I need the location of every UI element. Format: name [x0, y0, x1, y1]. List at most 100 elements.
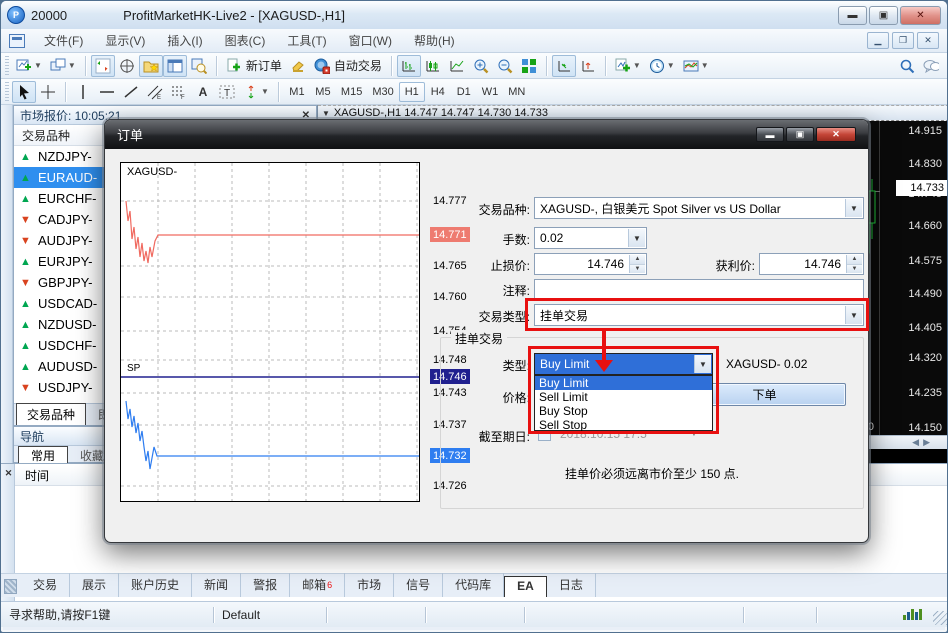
data-window-button[interactable] [115, 55, 139, 77]
svg-text:F: F [181, 95, 185, 100]
chat-button[interactable] [919, 55, 943, 77]
timeframe-button[interactable]: MN [503, 82, 530, 102]
timeframe-button[interactable]: M30 [367, 82, 398, 102]
mdi-minimize-button[interactable]: ▁ [867, 32, 889, 49]
chart-shift-button[interactable] [576, 55, 600, 77]
menu-item[interactable]: 窗口(W) [338, 29, 403, 52]
vertical-line-button[interactable] [71, 81, 95, 103]
mdi-close-button[interactable]: ✕ [917, 32, 939, 49]
spin-down-icon[interactable]: ▼ [847, 265, 862, 274]
comment-input[interactable] [534, 279, 864, 299]
timeframe-button[interactable]: W1 [477, 82, 504, 102]
symbol-name: USDCAD- [38, 296, 97, 311]
timeframe-button[interactable]: H1 [399, 82, 425, 102]
takeprofit-spinner[interactable]: 14.746 ▲▼ [759, 253, 864, 275]
mdi-restore-button[interactable]: ❐ [892, 32, 914, 49]
channel-button[interactable]: E [143, 81, 167, 103]
market-watch-toggle[interactable] [91, 55, 115, 77]
fibonacci-button[interactable]: F [167, 81, 191, 103]
autotrading-button[interactable]: 自动交易 [310, 55, 386, 77]
arrows-button[interactable]: ▼ [239, 81, 273, 103]
navigator-tab[interactable]: 常用 [18, 446, 68, 464]
tile-windows-button[interactable] [517, 55, 541, 77]
terminal-tab[interactable]: 展示 [70, 573, 119, 597]
scroll-left-icon[interactable]: ◀ [912, 437, 919, 448]
svg-text:T: T [224, 88, 230, 99]
market-watch-tab[interactable]: 交易品种 [16, 403, 86, 425]
navigator-toggle[interactable] [139, 55, 163, 77]
profiles-button[interactable]: ▼ [46, 55, 80, 77]
spin-up-icon[interactable]: ▲ [630, 255, 645, 265]
terminal-tab[interactable]: EA [504, 576, 547, 597]
timeframe-button[interactable]: H4 [425, 82, 451, 102]
timeframe-button[interactable]: D1 [451, 82, 477, 102]
timeframe-button[interactable]: M1 [284, 82, 310, 102]
menu-item[interactable]: 图表(C) [214, 29, 277, 52]
crosshair-button[interactable] [36, 81, 60, 103]
close-button[interactable]: ✕ [900, 6, 941, 25]
status-profile[interactable]: Default [214, 608, 326, 622]
auto-scroll-button[interactable] [552, 55, 576, 77]
comment-field-label: 注释: [440, 282, 530, 299]
menu-item[interactable]: 帮助(H) [403, 29, 466, 52]
terminal-tab[interactable]: 市场 [345, 573, 394, 597]
timeframe-button[interactable]: M5 [310, 82, 336, 102]
terminal-tab[interactable]: 账户历史 [119, 573, 192, 597]
terminal-close-icon[interactable]: ✕ [3, 468, 14, 479]
dock-gripper[interactable] [1, 105, 13, 463]
scroll-right-icon[interactable]: ▶ [923, 437, 930, 448]
zoom-in-button[interactable] [469, 55, 493, 77]
trendline-button[interactable] [119, 81, 143, 103]
terminal-tab-label: 市场 [357, 576, 381, 593]
chevron-down-icon[interactable]: ▼ [628, 229, 645, 247]
terminal-tab[interactable]: 信号 [394, 573, 443, 597]
cursor-button[interactable] [12, 81, 36, 103]
time-column-label[interactable]: 时间 [25, 467, 49, 484]
bar-chart-button[interactable] [397, 55, 421, 77]
candlestick-button[interactable] [421, 55, 445, 77]
dialog-close-button[interactable]: ✕ [816, 127, 856, 142]
minimize-button[interactable]: ▬ [838, 6, 867, 25]
maximize-button[interactable]: ▣ [869, 6, 898, 25]
terminal-tab[interactable]: 新闻 [192, 573, 241, 597]
pending-group-title: 挂单交易 [451, 330, 507, 347]
spin-up-icon[interactable]: ▲ [847, 255, 862, 265]
toolbar-grip2[interactable] [5, 82, 9, 102]
spin-down-icon[interactable]: ▼ [630, 265, 645, 274]
volume-combobox[interactable]: 0.02 ▼ [534, 227, 647, 249]
metaeditor-button[interactable] [286, 55, 310, 77]
terminal-tab[interactable]: 代码库 [443, 573, 504, 597]
search-button[interactable] [895, 55, 919, 77]
templates-button[interactable]: ▼ [679, 55, 713, 77]
dialog-minimize-button[interactable]: ▬ [756, 127, 784, 142]
terminal-tab[interactable]: 警报 [241, 573, 290, 597]
line-chart-icon [449, 58, 465, 74]
indicators-button[interactable]: ▼ [611, 55, 645, 77]
terminal-tab[interactable]: 交易 [21, 573, 70, 597]
horizontal-line-button[interactable] [95, 81, 119, 103]
order-dialog-titlebar[interactable]: 订单 ▬ ▣ ✕ [105, 120, 868, 149]
menu-item[interactable]: 显示(V) [94, 29, 156, 52]
symbol-combobox[interactable]: XAGUSD-, 白银美元 Spot Silver vs US Dollar ▼ [534, 197, 864, 219]
terminal-tab[interactable]: 日志 [547, 573, 596, 597]
strategy-tester-button[interactable] [187, 55, 211, 77]
line-chart-button[interactable] [445, 55, 469, 77]
chevron-down-icon[interactable]: ▼ [845, 199, 862, 217]
dialog-maximize-button[interactable]: ▣ [786, 127, 814, 142]
new-order-button[interactable]: 新订单 [222, 55, 286, 77]
text-button[interactable]: A [191, 81, 215, 103]
terminal-toggle[interactable] [163, 55, 187, 77]
price-tick-label: 14.830 [908, 158, 942, 170]
menu-item[interactable]: 文件(F) [33, 29, 94, 52]
menu-item[interactable]: 插入(I) [156, 29, 213, 52]
periods-button[interactable]: ▼ [645, 55, 679, 77]
new-chart-button[interactable]: ▼ [12, 55, 46, 77]
menu-item[interactable]: 工具(T) [276, 29, 337, 52]
terminal-tab[interactable]: 邮箱6 [290, 573, 345, 597]
timeframe-button[interactable]: M15 [336, 82, 367, 102]
toolbar-grip[interactable] [5, 56, 9, 76]
text-label-button[interactable]: T [215, 81, 239, 103]
resize-grip[interactable] [933, 611, 947, 625]
zoom-out-button[interactable] [493, 55, 517, 77]
stoploss-spinner[interactable]: 14.746 ▲▼ [534, 253, 647, 275]
